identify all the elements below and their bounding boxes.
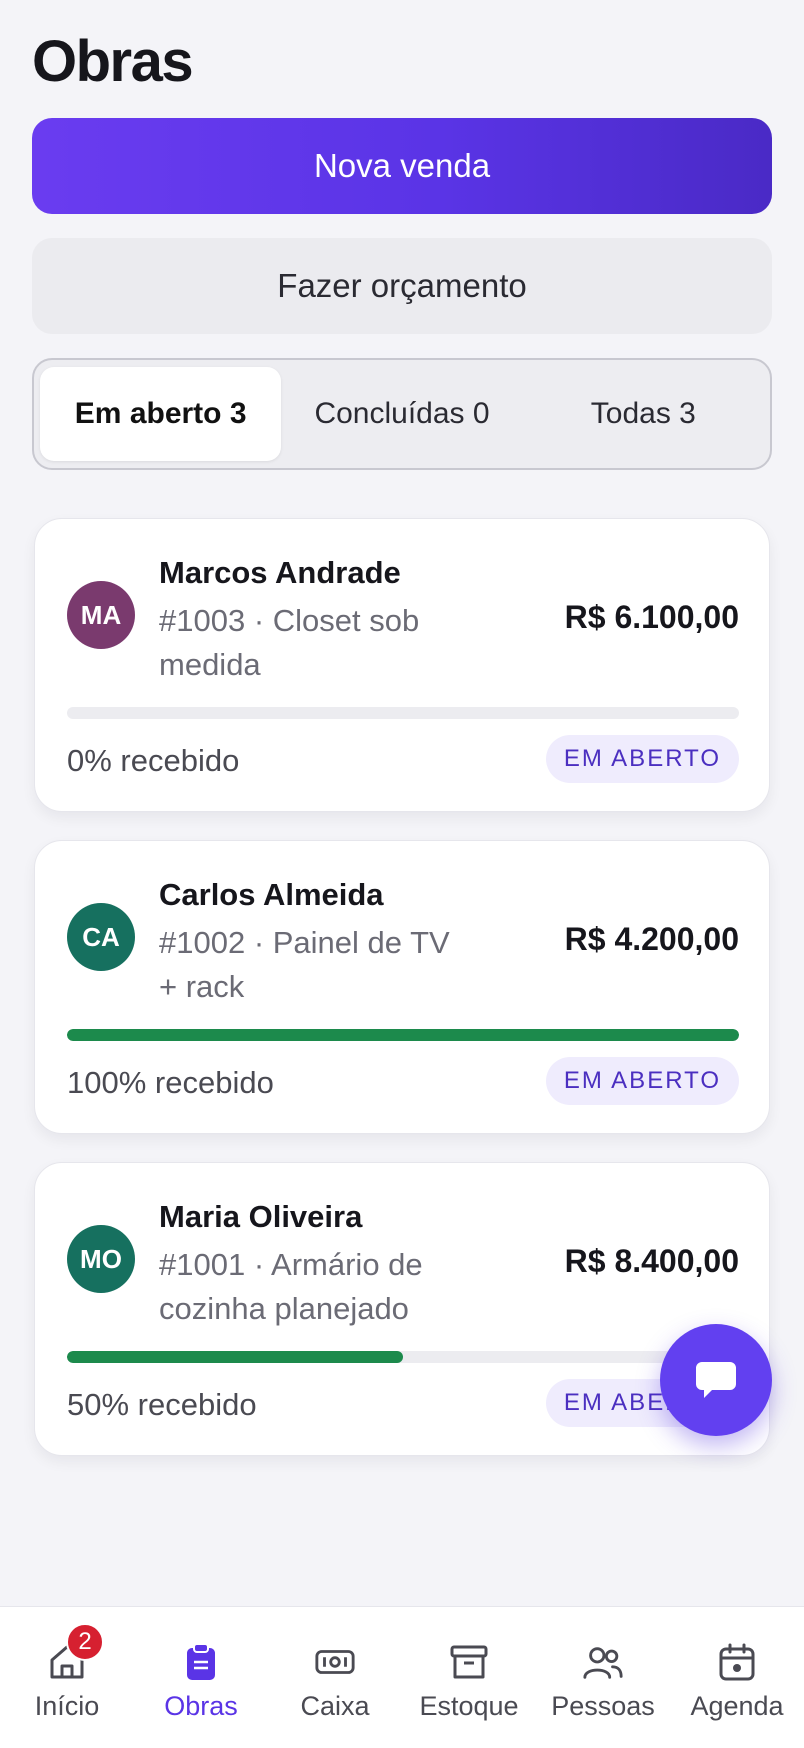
tab-all[interactable]: Todas 3 (523, 367, 764, 461)
avatar: CA (67, 903, 135, 971)
nav-item-inicio[interactable]: 2 Início (0, 1607, 134, 1748)
tab-open[interactable]: Em aberto 3 (40, 367, 282, 461)
client-name: Marcos Andrade (159, 555, 401, 590)
payment-progress-fill (67, 1029, 739, 1041)
nav-label: Agenda (690, 1691, 784, 1721)
order-card[interactable]: MA Marcos Andrade #1003 · Closet sob med… (34, 518, 770, 812)
obras-screen: Obras Nova venda Fazer orçamento Em aber… (0, 0, 804, 1748)
status-tabs: Em aberto 3 Concluídas 0 Todas 3 (32, 358, 772, 470)
clipboard-icon (180, 1641, 222, 1683)
tab-completed[interactable]: Concluídas 0 (281, 367, 522, 461)
payment-progress-bar (67, 707, 739, 719)
order-description: #1001 · Armário de cozinha planejado (159, 1247, 423, 1326)
avatar: MA (67, 581, 135, 649)
nav-label: Pessoas (551, 1691, 655, 1721)
page-title: Obras (32, 29, 194, 94)
bottom-navigation: 2 Início Obras Caixa Estoque Pessoas Age… (0, 1606, 804, 1748)
client-name: Maria Oliveira (159, 1199, 363, 1234)
archive-box-icon (448, 1641, 490, 1683)
payment-progress-bar (67, 1029, 739, 1041)
calendar-icon (716, 1641, 758, 1683)
order-amount: R$ 8.400,00 (564, 1243, 739, 1279)
payment-progress-fill (67, 1351, 403, 1363)
nav-item-caixa[interactable]: Caixa (268, 1607, 402, 1748)
received-label: 50% recebido (67, 1387, 257, 1422)
nav-item-estoque[interactable]: Estoque (402, 1607, 536, 1748)
nav-item-obras[interactable]: Obras (134, 1607, 268, 1748)
chat-fab-button[interactable] (660, 1324, 772, 1436)
status-badge: EM ABERTO (545, 1057, 739, 1105)
nav-item-agenda[interactable]: Agenda (670, 1607, 804, 1748)
status-badge: EM ABERTO (545, 735, 739, 783)
notification-badge: 2 (66, 1623, 104, 1661)
avatar: MO (67, 1225, 135, 1293)
nav-item-pessoas[interactable]: Pessoas (536, 1607, 670, 1748)
received-label: 100% recebido (67, 1065, 274, 1100)
order-card[interactable]: CA Carlos Almeida #1002 · Painel de TV +… (34, 840, 770, 1134)
nav-label: Caixa (300, 1691, 370, 1721)
nav-label: Início (34, 1691, 100, 1721)
order-amount: R$ 6.100,00 (564, 599, 739, 635)
client-name: Carlos Almeida (159, 877, 384, 912)
order-description: #1002 · Painel de TV + rack (159, 925, 450, 1004)
nav-label: Estoque (419, 1691, 519, 1721)
people-icon (582, 1641, 624, 1683)
order-card[interactable]: MO Maria Oliveira #1001 · Armário de coz… (34, 1162, 770, 1456)
order-description: #1003 · Closet sob medida (159, 603, 420, 682)
received-label: 0% recebido (67, 743, 240, 778)
nav-label: Obras (164, 1691, 238, 1721)
payment-progress-bar (67, 1351, 739, 1363)
make-quote-button[interactable]: Fazer orçamento (32, 238, 772, 334)
cash-icon (314, 1641, 356, 1683)
new-sale-button[interactable]: Nova venda (32, 118, 772, 214)
chat-bubble-icon (696, 1362, 736, 1398)
order-amount: R$ 4.200,00 (564, 921, 739, 957)
